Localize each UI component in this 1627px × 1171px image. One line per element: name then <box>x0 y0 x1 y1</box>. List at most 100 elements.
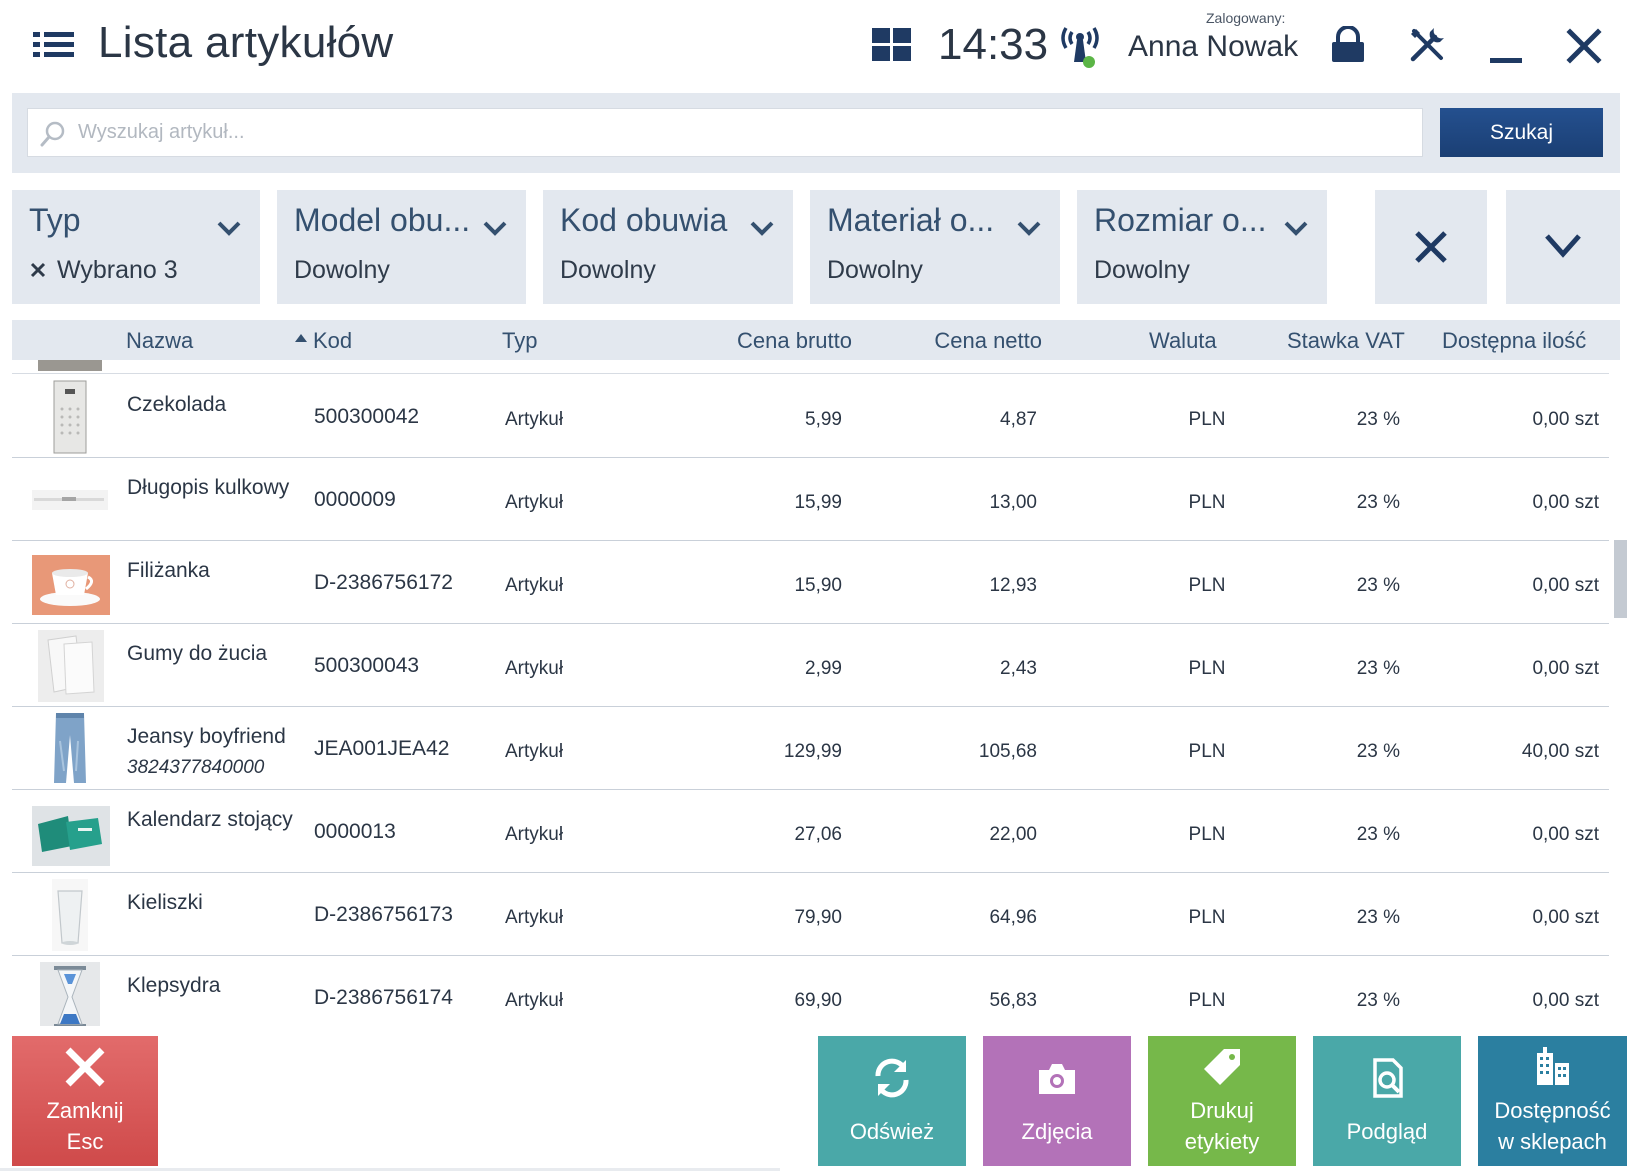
filter-value: Wybrano 3 <box>29 256 178 285</box>
column-header-currency[interactable]: Waluta <box>1149 328 1217 354</box>
cell-type: Artykuł <box>505 658 564 679</box>
close-icon <box>1415 231 1447 263</box>
cell-net-price: 2,43 <box>1000 658 1037 679</box>
cell-currency: PLN <box>1188 492 1226 513</box>
clear-filters-button[interactable] <box>1375 190 1487 304</box>
search-box[interactable] <box>27 108 1423 157</box>
product-thumbnail-gum <box>38 630 104 702</box>
expand-filters-button[interactable] <box>1506 190 1620 304</box>
product-thumbnail-hourglass <box>40 962 100 1026</box>
close-button-label: Zamknij <box>46 1098 124 1123</box>
column-header-vat[interactable]: Stawka VAT <box>1287 328 1405 354</box>
column-header-code[interactable]: Kod <box>313 328 352 354</box>
scrollbar-thumb[interactable] <box>1614 540 1627 618</box>
column-header-gross-price[interactable]: Cena brutto <box>702 328 852 354</box>
print-labels-button[interactable]: Drukuj etykiety <box>1148 1036 1296 1166</box>
cell-vat: 23 % <box>1356 409 1400 430</box>
table-row[interactable]: Jeansy boyfriend 3824377840000 JEA001JEA… <box>12 707 1609 790</box>
filter-type[interactable]: Typ Wybrano 3 <box>12 190 260 304</box>
filter-label: Materiał o... <box>827 202 995 238</box>
cell-vat: 23 % <box>1356 658 1400 679</box>
cell-type: Artykuł <box>505 409 564 430</box>
filter-material[interactable]: Materiał o... Dowolny <box>810 190 1060 304</box>
preview-button[interactable]: Podgląd <box>1313 1036 1461 1166</box>
table-row[interactable]: Klepsydra D-2386756174 Artykuł 69,90 56,… <box>12 956 1609 1026</box>
user-name[interactable]: Anna Nowak <box>1128 30 1298 64</box>
filter-value: Dowolny <box>560 256 656 284</box>
clear-filter-icon[interactable] <box>29 261 47 279</box>
table-row[interactable]: Długopis kulkowy 0000009 Artykuł 15,99 1… <box>12 458 1609 541</box>
product-thumbnail-chocolate <box>53 380 87 454</box>
article-table-body[interactable]: Czekolada 500300042 Artykuł 5,99 4,87 PL… <box>12 360 1609 1026</box>
search-button[interactable]: Szukaj <box>1440 108 1603 157</box>
cell-code: JEA001JEA42 <box>314 737 450 760</box>
cell-type: Artykuł <box>505 824 564 845</box>
cell-net-price: 56,83 <box>989 990 1037 1011</box>
cell-available-qty: 0,00 szt <box>1532 575 1599 596</box>
cell-vat: 23 % <box>1356 575 1400 596</box>
chevron-down-icon <box>1545 234 1581 258</box>
cell-available-qty: 0,00 szt <box>1532 409 1599 430</box>
store-availability-line1: Dostępność <box>1494 1098 1611 1123</box>
close-window-icon[interactable] <box>1566 28 1602 64</box>
column-header-available-qty[interactable]: Dostępna ilość <box>1442 328 1586 354</box>
preview-icon <box>1373 1057 1403 1098</box>
search-input[interactable] <box>78 109 1408 156</box>
store-availability-button[interactable]: Dostępność w sklepach <box>1478 1036 1627 1166</box>
table-row[interactable]: Filiżanka D-2386756172 Artykuł 15,90 12,… <box>12 541 1609 624</box>
table-row[interactable]: Kieliszki D-2386756173 Artykuł 79,90 64,… <box>12 873 1609 956</box>
cell-gross-price: 129,99 <box>783 741 842 762</box>
cell-vat: 23 % <box>1356 907 1400 928</box>
table-header: Nazwa Kod Typ Cena brutto Cena netto Wal… <box>12 320 1620 360</box>
filter-shoe-model[interactable]: Model obu... Dowolny <box>277 190 526 304</box>
column-header-type[interactable]: Typ <box>502 328 537 354</box>
cell-type: Artykuł <box>505 575 564 596</box>
photos-button[interactable]: Zdjęcia <box>983 1036 1131 1166</box>
table-row[interactable]: Czekolada 500300042 Artykuł 5,99 4,87 PL… <box>12 375 1609 458</box>
refresh-icon <box>875 1058 909 1097</box>
minimize-icon[interactable] <box>1488 30 1524 66</box>
product-thumbnail-glass <box>52 879 88 951</box>
cell-gross-price: 69,90 <box>794 990 842 1011</box>
tiles-view-icon[interactable] <box>872 28 912 62</box>
cell-net-price: 105,68 <box>978 741 1037 762</box>
store-availability-line2: w sklepach <box>1498 1129 1607 1154</box>
cell-type: Artykuł <box>505 907 564 928</box>
cell-code: 500300043 <box>314 654 420 677</box>
chevron-down-icon <box>483 221 507 236</box>
tools-icon[interactable] <box>1408 26 1446 64</box>
filter-shoe-code[interactable]: Kod obuwia Dowolny <box>543 190 793 304</box>
cell-currency: PLN <box>1188 907 1226 928</box>
lock-icon[interactable] <box>1330 26 1366 64</box>
column-header-name[interactable]: Nazwa <box>126 328 193 354</box>
cell-available-qty: 0,00 szt <box>1532 824 1599 845</box>
table-scrollbar[interactable] <box>1610 360 1627 1026</box>
filter-size[interactable]: Rozmiar o... Dowolny <box>1077 190 1327 304</box>
product-thumbnail-pen <box>32 490 108 510</box>
cell-gross-price: 79,90 <box>794 907 842 928</box>
product-thumbnail-calendar <box>32 806 110 866</box>
cell-net-price: 12,93 <box>989 575 1037 596</box>
cell-name: Filiżanka <box>127 559 210 582</box>
table-row[interactable] <box>12 360 1609 374</box>
menu-icon[interactable] <box>33 30 75 60</box>
cell-vat: 23 % <box>1356 492 1400 513</box>
cell-available-qty: 40,00 szt <box>1521 741 1599 762</box>
close-button[interactable]: Zamknij Esc <box>12 1036 158 1166</box>
table-row[interactable]: Gumy do żucia 500300043 Artykuł 2,99 2,4… <box>12 624 1609 707</box>
connection-status-icon[interactable] <box>1060 24 1100 70</box>
cell-currency: PLN <box>1188 741 1226 762</box>
column-header-net-price[interactable]: Cena netto <box>892 328 1042 354</box>
cell-type: Artykuł <box>505 492 564 513</box>
cell-gross-price: 15,90 <box>794 575 842 596</box>
cell-vat: 23 % <box>1356 990 1400 1011</box>
cell-net-price: 64,96 <box>989 907 1037 928</box>
cell-currency: PLN <box>1188 575 1226 596</box>
cell-available-qty: 0,00 szt <box>1532 658 1599 679</box>
search-icon <box>40 121 65 147</box>
cell-gross-price: 27,06 <box>794 824 842 845</box>
refresh-button[interactable]: Odśwież <box>818 1036 966 1166</box>
cell-name: Jeansy boyfriend <box>127 725 286 748</box>
table-row[interactable]: Kalendarz stojący 0000013 Artykuł 27,06 … <box>12 790 1609 873</box>
cell-name: Kieliszki <box>127 891 203 914</box>
